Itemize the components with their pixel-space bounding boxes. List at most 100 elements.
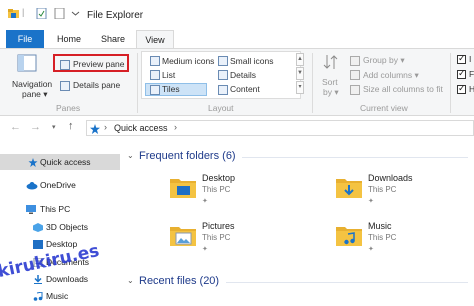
tab-view[interactable]: View [136, 30, 174, 49]
ribbon-separator [312, 53, 313, 113]
collapse-recent-icon[interactable]: ⌄ [127, 276, 134, 285]
layout-scroll-up[interactable]: ▲ [296, 53, 304, 66]
layout-expand[interactable]: ▾ [296, 81, 304, 94]
tab-file[interactable]: File [6, 30, 44, 48]
tab-share[interactable]: Share [94, 30, 132, 48]
group-divider [242, 157, 468, 158]
checkbox-file-extensions[interactable] [457, 68, 466, 79]
properties-icon[interactable] [36, 8, 47, 19]
folder-location: This PC [202, 185, 231, 194]
size-all-columns-button[interactable]: Size all columns to fit [363, 84, 443, 94]
details-pane-icon [60, 81, 70, 91]
add-columns-button[interactable]: Add columns ▾ [363, 70, 419, 81]
path-separator: › [104, 122, 107, 132]
folder-tile-desktop[interactable]: Desktop This PC ✦ [168, 170, 318, 210]
nav-this-pc[interactable]: This PC [0, 201, 120, 217]
tab-home[interactable]: Home [50, 30, 88, 48]
layout-content[interactable]: Content [230, 84, 260, 94]
ribbon-separator [137, 53, 138, 113]
layout-small-icons[interactable]: Small icons [230, 56, 273, 66]
checkbox-label-1: I [469, 54, 472, 64]
checkbox-label-2: F [469, 69, 474, 79]
3d-objects-icon [33, 223, 43, 232]
star-icon [28, 158, 38, 167]
layout-list[interactable]: List [162, 70, 175, 80]
checkbox-hidden-items[interactable] [457, 83, 466, 94]
navigation-pane: Quick access OneDrive This PC 3D Objects… [0, 146, 120, 306]
up-icon[interactable]: ↑ [68, 120, 74, 132]
chevron-down-icon[interactable] [70, 8, 81, 19]
recent-files-header[interactable]: Recent files (20) [139, 275, 219, 287]
address-bar-row: ← → ▾ ↑ › Quick access › [0, 116, 474, 140]
small-icons-icon [218, 56, 228, 66]
file-list: ⌄ Frequent folders (6) Desktop This PC ✦… [120, 146, 474, 306]
frequent-folders-header[interactable]: Frequent folders (6) [139, 150, 236, 162]
folder-location: This PC [368, 233, 397, 242]
navigation-pane-label-2: pane ▾ [22, 89, 48, 99]
folder-location: This PC [368, 185, 397, 194]
path-quick-access[interactable]: Quick access [114, 123, 168, 133]
ribbon-view: Navigation pane ▾ Preview pane Details p… [0, 48, 474, 116]
sort-by-label-2: by ▾ [323, 87, 339, 97]
nav-onedrive[interactable]: OneDrive [0, 177, 120, 193]
group-by-icon [350, 56, 360, 66]
pictures-folder-icon [170, 227, 196, 246]
sort-by-button[interactable]: Sort by ▾ [318, 53, 344, 99]
group-divider [226, 282, 468, 283]
tiles-icon [150, 85, 160, 95]
address-field[interactable]: › Quick access › [86, 120, 474, 136]
computer-icon [26, 205, 36, 214]
group-by-button[interactable]: Group by ▾ [363, 55, 405, 66]
nav-label: Quick access [40, 157, 91, 167]
path-separator: › [174, 122, 177, 132]
folder-tile-music[interactable]: Music This PC ✦ [334, 218, 474, 258]
checkbox-item-check-boxes[interactable] [457, 53, 466, 64]
folder-tile-downloads[interactable]: Downloads This PC ✦ [334, 170, 474, 210]
collapse-frequent-icon[interactable]: ⌄ [127, 151, 134, 160]
navigation-pane-button[interactable]: Navigation pane ▾ [8, 53, 52, 101]
nav-label: Music [46, 291, 69, 301]
music-icon [33, 292, 43, 301]
recent-locations-icon[interactable]: ▾ [52, 123, 56, 131]
desktop-folder-icon [170, 179, 196, 198]
folder-location: This PC [202, 233, 231, 242]
layout-scroll-down[interactable]: ▼ [296, 67, 304, 80]
current-view-group-label: Current view [360, 103, 408, 113]
nav-label: This PC [40, 204, 71, 214]
title-separator: | [22, 7, 25, 17]
title-bar: | File Explorer [0, 0, 474, 30]
nav-3d-objects[interactable]: 3D Objects [0, 219, 120, 235]
panes-group-label: Panes [56, 103, 81, 113]
size-columns-icon [350, 85, 360, 95]
new-document-icon[interactable] [54, 8, 65, 19]
list-icon [150, 70, 160, 80]
forward-icon[interactable]: → [30, 121, 41, 133]
nav-music[interactable]: Music [0, 288, 120, 304]
layout-tiles[interactable]: Tiles [162, 84, 180, 94]
cloud-icon [26, 182, 38, 190]
layout-details[interactable]: Details [230, 70, 256, 80]
downloads-folder-icon [336, 179, 362, 198]
folder-tile-pictures[interactable]: Pictures This PC ✦ [168, 218, 318, 258]
back-icon[interactable]: ← [10, 121, 21, 133]
nav-quick-access[interactable]: Quick access [0, 154, 120, 170]
nav-label: OneDrive [40, 180, 76, 190]
folder-name: Downloads [368, 173, 413, 183]
music-folder-icon [336, 227, 362, 246]
quick-access-star-icon [90, 124, 100, 134]
details-pane-button[interactable]: Details pane [73, 80, 120, 90]
sort-icon [323, 55, 338, 69]
navigation-pane-icon [17, 54, 37, 72]
sort-by-label-1: Sort [322, 77, 338, 87]
window-title: File Explorer [87, 10, 144, 21]
layout-medium-icons[interactable]: Medium icons [162, 56, 214, 66]
details-icon [218, 70, 228, 80]
nav-label: Downloads [46, 274, 89, 284]
pin-icon: ✦ [368, 198, 374, 205]
checkbox-label-3: H [469, 84, 474, 94]
folder-app-icon [8, 9, 19, 18]
layout-group-label: Layout [208, 103, 234, 113]
content-icon [218, 85, 228, 95]
folder-name: Music [368, 221, 392, 231]
navigation-pane-label-1: Navigation [12, 79, 53, 89]
